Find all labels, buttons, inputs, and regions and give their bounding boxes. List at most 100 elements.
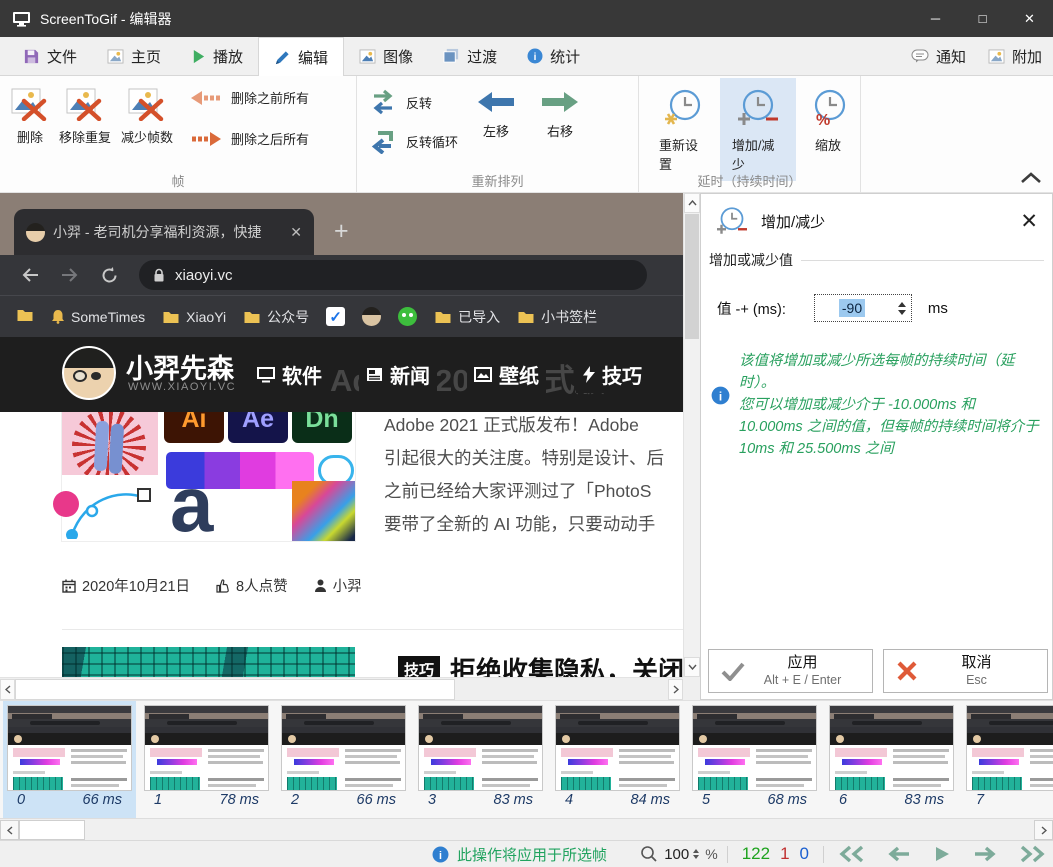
mini-site-logo <box>288 735 296 743</box>
mini-color-strip <box>431 759 471 765</box>
frame-label: 7 8 <box>966 791 1053 808</box>
next-frame-button[interactable] <box>973 845 997 863</box>
timeline-scroll-thumb[interactable] <box>19 820 85 840</box>
play-button[interactable] <box>933 845 951 863</box>
mini-article-image <box>972 748 1024 768</box>
minimize-button[interactable]: ─ <box>912 0 959 37</box>
value-input-text: -90 <box>839 299 865 317</box>
remove-duplicates-button[interactable]: 移除重复 <box>54 82 116 152</box>
mini-color-strip <box>705 759 745 765</box>
value-spinner[interactable] <box>893 302 911 315</box>
timeline-frame[interactable]: 3 83 ms <box>414 701 547 818</box>
yoyo-button[interactable]: 反转循环 <box>363 124 464 158</box>
mini-text-line <box>482 749 538 752</box>
tab-statistics[interactable]: i 统计 <box>512 37 595 75</box>
tab-transition[interactable]: 过渡 <box>428 37 512 75</box>
scroll-up-icon[interactable] <box>684 193 700 213</box>
vertical-scroll-thumb[interactable] <box>685 214 699 339</box>
reset-delay-button[interactable]: 重新设置 <box>647 78 720 181</box>
timeline-frame[interactable]: 4 84 ms <box>551 701 684 818</box>
delete-button[interactable]: 删除 <box>6 82 54 152</box>
horizontal-scroll-thumb[interactable] <box>15 679 455 700</box>
preview-horizontal-scrollbar[interactable] <box>0 677 683 700</box>
reverse-button[interactable]: 反转 <box>363 84 464 120</box>
browser-tab-title: 小羿 - 老司机分享福利资源，快捷 <box>53 222 261 242</box>
apply-shortcut: Alt + E / Enter <box>764 673 841 689</box>
timeline-scroll-left-icon[interactable] <box>0 820 19 840</box>
mini-text-line <box>345 784 393 787</box>
zoom-down-icon[interactable] <box>693 855 699 859</box>
spinner-down-icon[interactable] <box>898 310 906 315</box>
mini-site-logo <box>562 735 570 743</box>
first-frame-button[interactable] <box>839 845 865 863</box>
timeline-frame[interactable]: 0 66 ms <box>3 701 136 818</box>
timeline-frame[interactable]: 7 8 <box>962 701 1053 818</box>
close-button[interactable]: ✕ <box>1006 0 1053 37</box>
frame-count-other: 0 <box>800 844 809 864</box>
tab-edit[interactable]: 编辑 <box>258 37 344 76</box>
move-left-button[interactable]: 左移 <box>464 80 528 158</box>
frame-label: 3 83 ms <box>418 791 543 808</box>
mini-meta-line <box>424 771 456 774</box>
clock-plus-minus-icon <box>736 88 780 128</box>
mini-text-line <box>345 755 397 758</box>
zoom-value[interactable]: 100 <box>664 846 689 863</box>
timeline-frame[interactable]: 6 83 ms <box>825 701 958 818</box>
collapse-ribbon-button[interactable] <box>1019 171 1043 190</box>
panel-close-icon[interactable]: ✕ <box>1020 211 1038 232</box>
last-frame-button[interactable] <box>1019 845 1045 863</box>
tab-attachments[interactable]: 附加 <box>977 37 1053 75</box>
mini-text-line <box>756 761 811 764</box>
bookmark-sometimes: SomeTimes <box>51 309 145 325</box>
frame-index: 7 <box>976 792 984 808</box>
delete-all-before-button[interactable]: 删除之前所有 <box>184 84 315 111</box>
status-info: i 此操作将应用于所选帧 <box>432 841 607 867</box>
timeline-frame[interactable]: 2 66 ms <box>277 701 410 818</box>
spinner-up-icon[interactable] <box>898 302 906 307</box>
timeline-scrollbar[interactable] <box>0 818 1053 840</box>
preview-vertical-scrollbar[interactable] <box>683 193 700 677</box>
move-right-button[interactable]: 右移 <box>528 80 592 158</box>
frame-thumbnail <box>966 705 1053 791</box>
nav-news: 新闻 <box>359 356 437 393</box>
zoom-spinner[interactable] <box>693 849 699 859</box>
reduce-frames-button[interactable]: 减少帧数 <box>116 82 178 152</box>
mini-article-image <box>13 748 65 768</box>
cancel-shortcut: Esc <box>966 673 987 689</box>
maximize-button[interactable]: □ <box>959 0 1006 37</box>
scroll-down-icon[interactable] <box>684 657 700 677</box>
scroll-right-icon[interactable] <box>668 679 683 700</box>
previous-frame-button[interactable] <box>887 845 911 863</box>
cancel-button[interactable]: 取消 Esc <box>883 649 1048 693</box>
article-divider <box>62 629 683 630</box>
collage-liquid-image <box>292 481 355 541</box>
frame-thumbnail <box>418 705 543 791</box>
bookmark-check-icon: ✓ <box>326 307 345 326</box>
apply-button[interactable]: 应用 Alt + E / Enter <box>708 649 873 693</box>
tab-file[interactable]: 文件 <box>8 37 92 75</box>
tab-image[interactable]: 图像 <box>344 37 428 75</box>
delete-all-after-button[interactable]: 删除之后所有 <box>184 125 315 152</box>
mini-titlebar <box>145 706 268 713</box>
tab-notifications[interactable]: 通知 <box>900 37 977 75</box>
timeline-frame[interactable]: 1 78 ms <box>140 701 273 818</box>
scale-delay-button[interactable]: % 缩放 <box>796 78 860 181</box>
tab-play[interactable]: 播放 <box>176 37 258 75</box>
svg-text:%: % <box>816 112 830 128</box>
mini-addressbar <box>441 721 511 725</box>
frame-delay: 66 ms <box>83 792 123 808</box>
tab-home[interactable]: 主页 <box>92 37 176 75</box>
mini-text-line <box>345 761 400 764</box>
mini-text-line <box>482 784 530 787</box>
ribbon-group-rearrange: 反转 反转循环 左移 右移 重新排列 <box>357 76 639 193</box>
scroll-left-icon[interactable] <box>0 679 15 700</box>
timeline-scroll-right-icon[interactable] <box>1034 820 1053 840</box>
frame-preview[interactable]: 小羿 - 老司机分享福利资源，快捷 ✕ + xiaoyi.vc SomeTime… <box>0 193 683 677</box>
timeline-frame[interactable]: 5 68 ms <box>688 701 821 818</box>
website-content: Ai Ae Dn a Adobe 2021 正式版发布！Adobe 引起很大的关… <box>0 337 683 677</box>
zoom-up-icon[interactable] <box>693 849 699 853</box>
increase-decrease-button[interactable]: 增加/减少 <box>720 78 796 181</box>
collage-dot <box>53 491 79 517</box>
ribbon-group-frame: 删除 移除重复 减少帧数 删除之前所有 删 <box>0 76 357 193</box>
value-input[interactable]: -90 <box>814 294 912 322</box>
